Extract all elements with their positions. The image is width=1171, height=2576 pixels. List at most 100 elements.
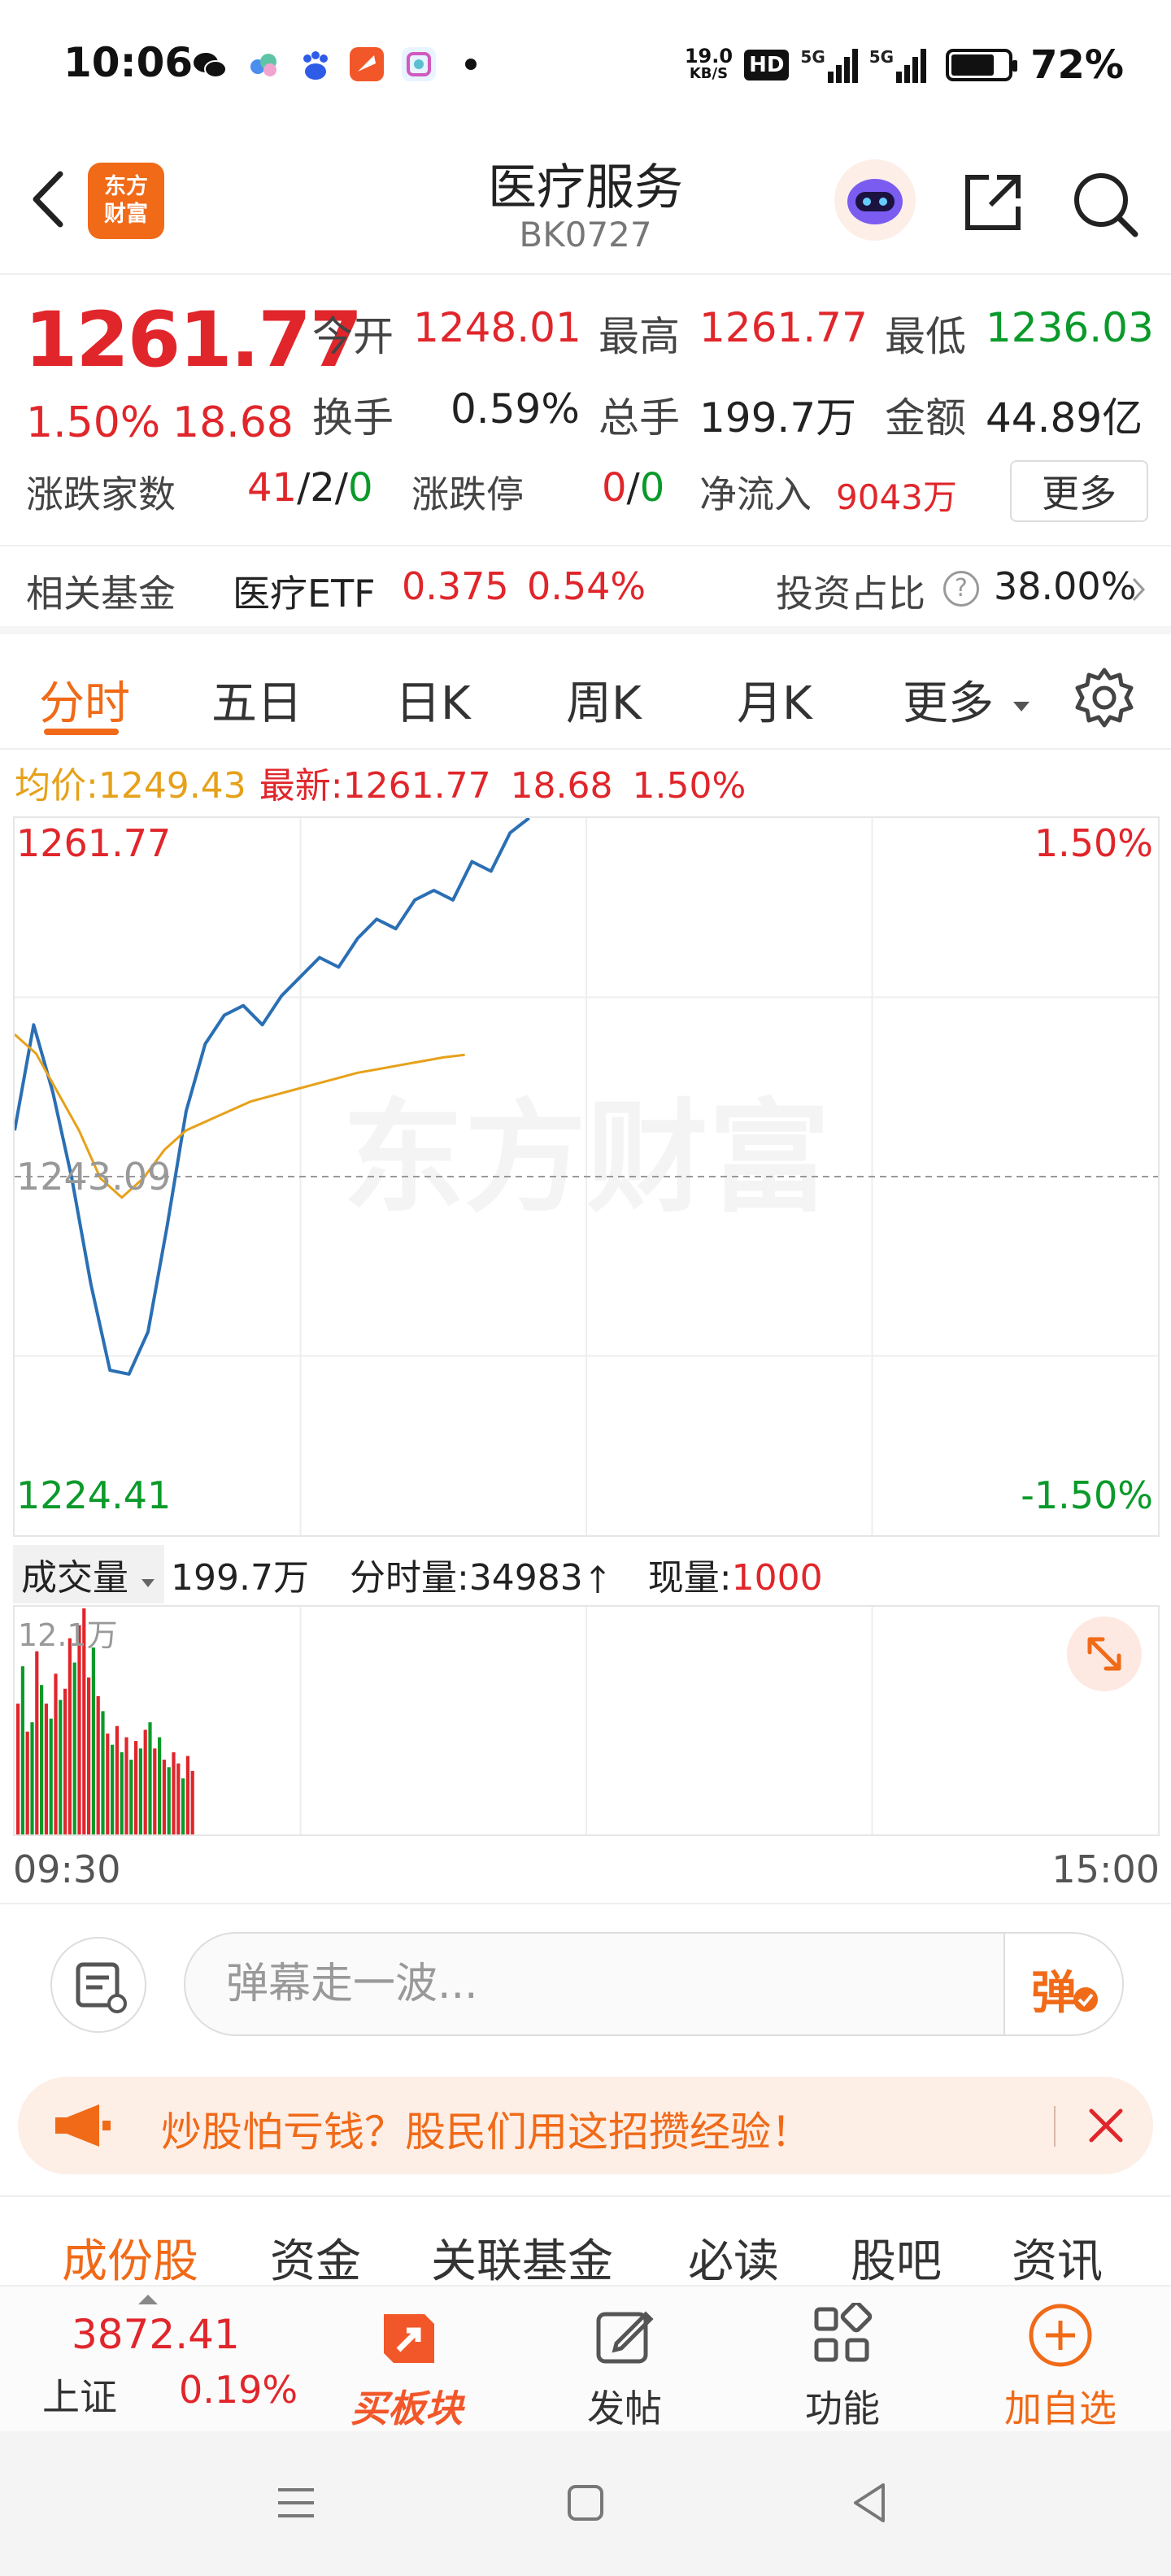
latest-price-label: 最新:	[259, 765, 343, 807]
volume-bar	[54, 1673, 58, 1834]
current-volume-label: 现量:	[647, 1557, 732, 1599]
promo-close-button[interactable]	[1080, 2100, 1132, 2152]
tab-weekly-k[interactable]: 周K	[566, 667, 642, 733]
volume-bar	[134, 1741, 138, 1834]
slash-1: /	[297, 465, 311, 511]
megaphone-icon	[55, 2104, 111, 2147]
search-button[interactable]	[1065, 164, 1143, 242]
watermark: 东方财富	[342, 1088, 830, 1229]
tab-more[interactable]: 更多	[903, 667, 1031, 733]
tab-capital[interactable]: 资金	[270, 2225, 361, 2291]
slash-3: /	[626, 465, 640, 511]
status-bar: 10:06 19.0 KB/S HD 5G 5G 72%	[0, 0, 1171, 130]
y-axis-bottom-label: 1224.41	[16, 1473, 172, 1517]
last-price: 1261.77	[24, 296, 363, 385]
latest-change: 18.68	[510, 765, 613, 807]
updown-counts: 41/2/0	[247, 465, 373, 511]
tab-must-read[interactable]: 必读	[688, 2225, 779, 2291]
chevron-right-icon	[1132, 577, 1146, 602]
volume-bar	[167, 1767, 171, 1834]
intraday-chart[interactable]: 东方财富 1261.77 1243.09 1224.41 1.50% -1.50…	[13, 816, 1160, 1537]
promo-banner[interactable]: 炒股怕亏钱？股民们用这招攒经验！	[18, 2077, 1153, 2174]
latest-change-pct: 1.50%	[632, 765, 747, 807]
volume-bar	[91, 1647, 95, 1834]
volume-bar	[148, 1722, 152, 1834]
volume-bar	[185, 1756, 189, 1834]
limit-down-count: 0	[639, 465, 665, 511]
cloud-app-icon	[246, 47, 280, 81]
volume-bar	[158, 1737, 162, 1834]
danmaku-input[interactable]: 弹幕走一波...	[184, 1932, 1124, 2036]
tab-intraday[interactable]: 分时	[39, 667, 130, 733]
volume-grid	[299, 1607, 873, 1834]
tab-monthly-k[interactable]: 月K	[737, 667, 812, 733]
volume-bar	[120, 1751, 124, 1834]
total-volume-label: 总手	[599, 394, 680, 442]
amount-label: 金额	[885, 394, 966, 442]
current-volume-value: 1000	[731, 1557, 823, 1599]
robot-assistant-icon[interactable]	[834, 159, 916, 241]
signal-icon-1: 5G	[800, 47, 858, 83]
volume-bar	[124, 1737, 128, 1834]
index-widget[interactable]: 3872.41 上证 0.19%	[0, 2287, 309, 2433]
help-icon[interactable]: ?	[943, 571, 979, 607]
volume-bar	[101, 1711, 105, 1834]
tab-five-day[interactable]: 五日	[211, 667, 303, 733]
header: 东方 财富 医疗服务 BK0727	[0, 130, 1171, 275]
danmaku-list-button[interactable]	[50, 1937, 146, 2033]
slash-2: /	[334, 465, 348, 511]
hd-icon: HD	[744, 50, 790, 80]
fund-name: 医疗ETF	[233, 572, 376, 616]
battery-icon	[946, 49, 1018, 81]
menu-icon[interactable]	[272, 2478, 320, 2527]
home-square-icon[interactable]	[561, 2478, 610, 2527]
share-button[interactable]	[956, 166, 1030, 239]
netflow-value: 9043万	[836, 477, 957, 517]
fund-price: 0.375	[402, 564, 509, 608]
status-time: 10:06	[63, 39, 194, 86]
orange-app-icon	[350, 47, 384, 81]
volume-chart[interactable]: 12.1万	[13, 1605, 1160, 1836]
price-chart-canvas: 东方财富	[15, 818, 1158, 1535]
total-volume-value: 199.7万	[699, 394, 857, 442]
tab-daily-k[interactable]: 日K	[395, 667, 471, 733]
tab-constituents[interactable]: 成份股	[62, 2225, 198, 2291]
tab-forum[interactable]: 股吧	[851, 2225, 942, 2291]
buy-sector-icon	[384, 2314, 434, 2363]
related-fund-label: 相关基金	[26, 572, 176, 616]
volume-bar	[87, 1677, 91, 1834]
active-tab-indicator	[44, 729, 119, 735]
related-fund-row[interactable]: 相关基金 医疗ETF 0.375 0.54% 投资占比 ? 38.00%	[0, 545, 1171, 634]
nav-buy-sector-label: 买板块	[350, 2387, 463, 2430]
volume-bar	[49, 1718, 53, 1834]
volume-bar	[30, 1722, 34, 1834]
tab-related-funds[interactable]: 关联基金	[431, 2225, 613, 2291]
expand-chart-button[interactable]	[1067, 1617, 1142, 1691]
open-label: 今开	[312, 313, 394, 360]
tab-more-label: 更多	[903, 677, 994, 730]
caret-up-icon	[138, 2295, 158, 2304]
battery-percent: 72%	[1030, 42, 1124, 88]
bottom-nav: 3872.41 上证 0.19% 买板块 发帖 功能 加自选	[0, 2285, 1171, 2431]
avg-price-label: 均价:	[15, 765, 98, 807]
net-speed-value: 19.0	[684, 45, 734, 67]
pct-axis-top-label: 1.50%	[1034, 821, 1153, 865]
time-start-label: 09:30	[13, 1847, 121, 1891]
minute-volume-label: 分时量:	[349, 1557, 469, 1599]
nav-post-label: 发帖	[587, 2387, 662, 2430]
y-axis-top-label: 1261.77	[16, 821, 172, 865]
volume-indicator-dropdown[interactable]: 成交量	[13, 1545, 164, 1603]
danmaku-send-button[interactable]: 弹	[1003, 1934, 1122, 2034]
tab-news[interactable]: 资讯	[1012, 2225, 1103, 2291]
edit-icon	[596, 2311, 654, 2364]
change-amount: 18.68	[172, 398, 294, 447]
back-triangle-icon[interactable]	[846, 2478, 895, 2527]
more-button[interactable]: 更多	[1010, 460, 1148, 522]
amount-value: 44.89亿	[986, 394, 1143, 442]
danmaku-list-icon	[76, 1962, 127, 2013]
chart-info-row: 均价:1249.43 最新:1261.77 18.68 1.50%	[15, 756, 746, 808]
volume-bar	[181, 1778, 185, 1834]
add-circle-icon	[1029, 2304, 1092, 2367]
settings-button[interactable]	[1070, 664, 1138, 732]
quote-row-3: 涨跌家数 41/2/0 涨跌停 0/0 净流入 9043万	[0, 454, 1171, 519]
